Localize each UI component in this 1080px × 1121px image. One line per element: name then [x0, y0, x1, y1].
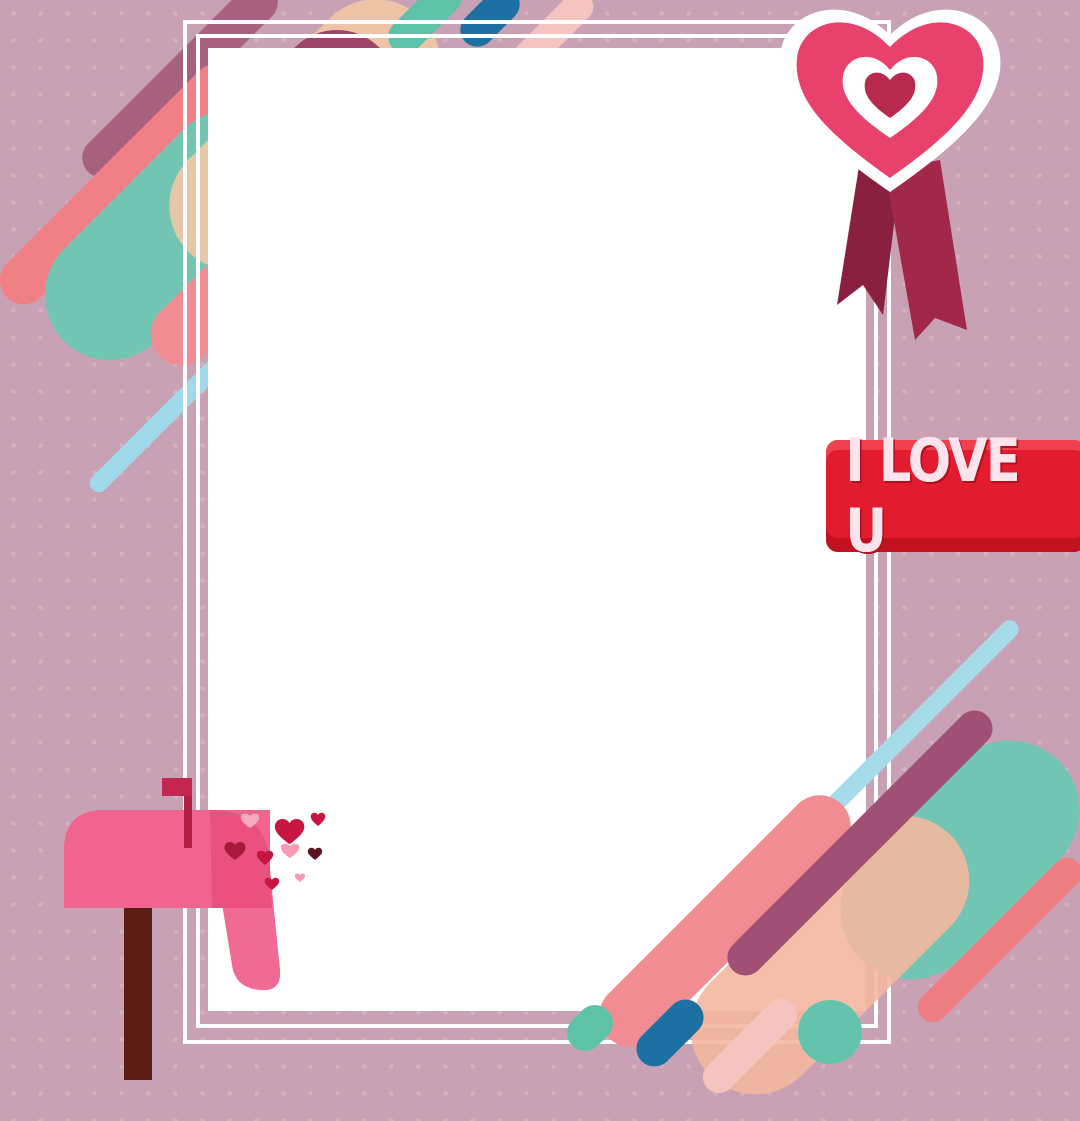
decor-circle: [798, 1000, 862, 1064]
mailbox-icon: [60, 770, 340, 1080]
banner-text: I LOVE U: [845, 426, 1021, 566]
i-love-u-banner: I LOVE U: [826, 426, 1080, 566]
heart-ribbon-icon: [775, 0, 1005, 345]
